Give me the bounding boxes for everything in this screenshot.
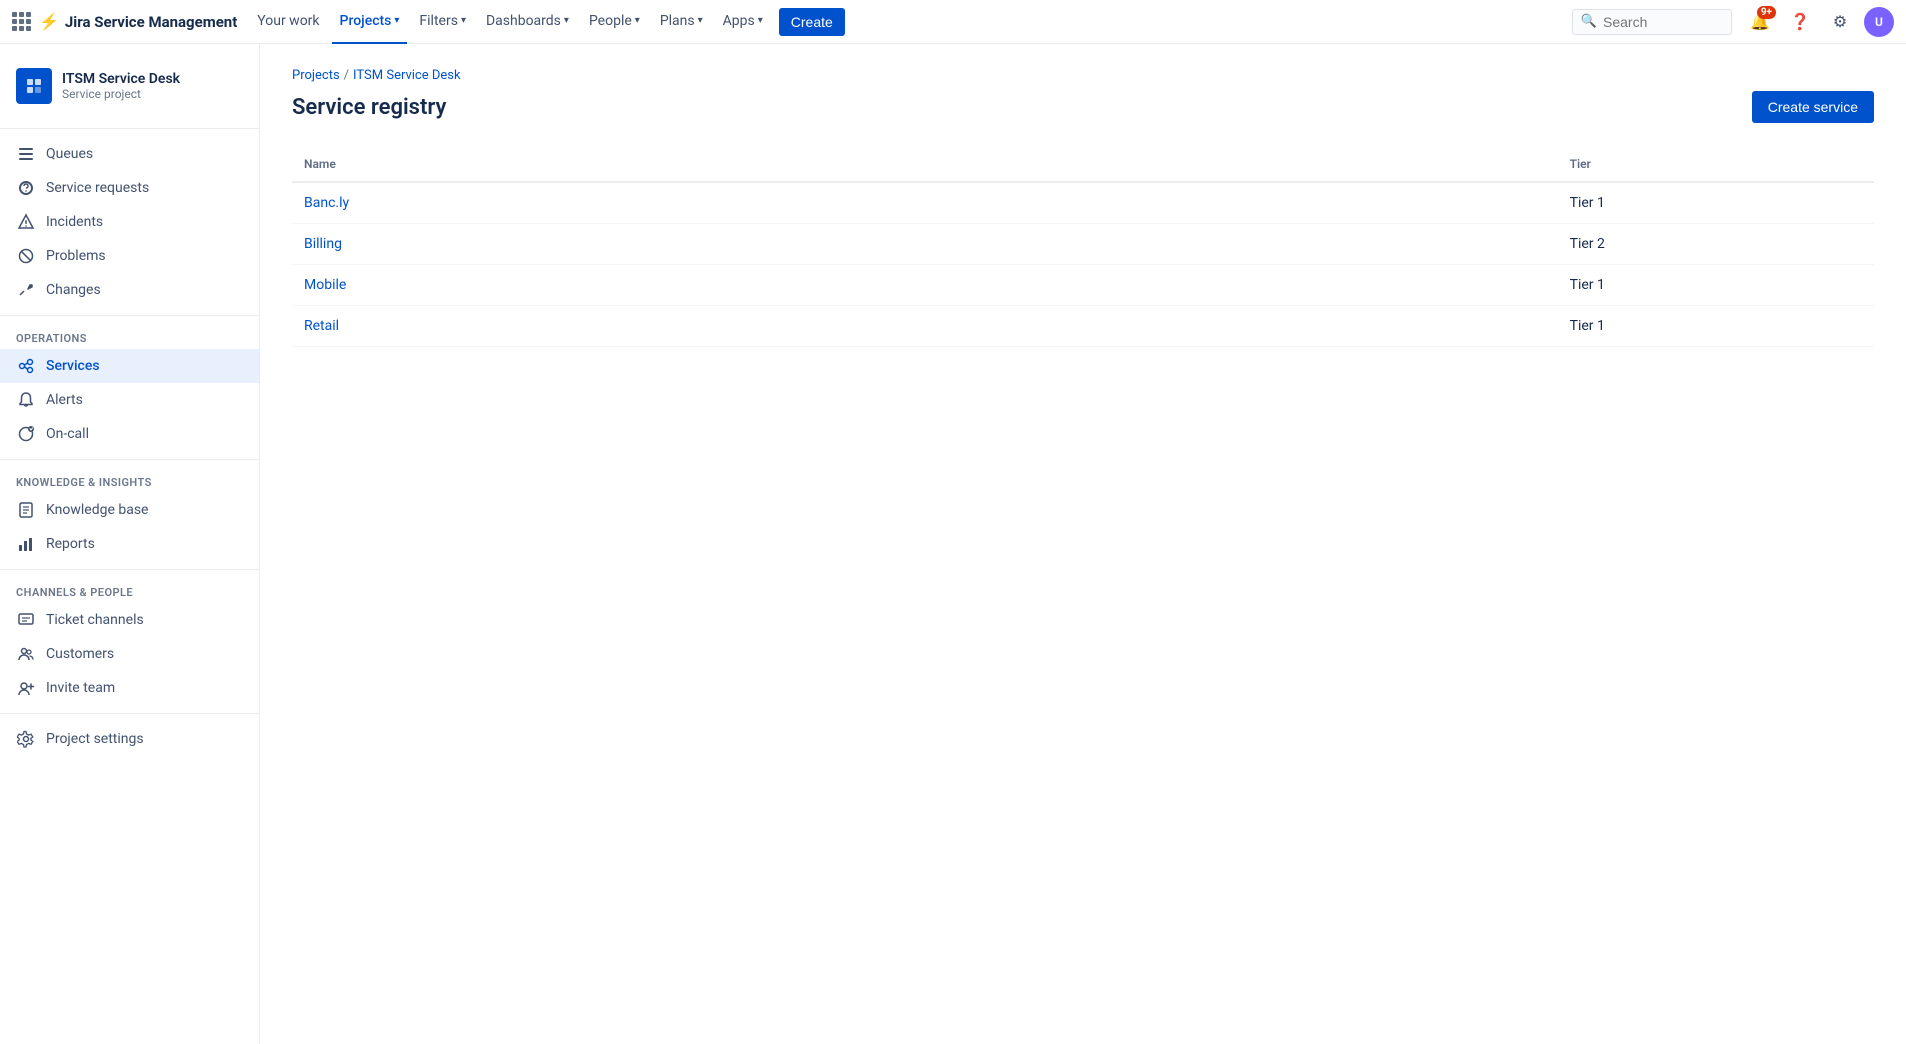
- breadcrumb: Projects / ITSM Service Desk: [292, 68, 1874, 83]
- nav-plans[interactable]: Plans ▾: [652, 0, 711, 44]
- sidebar-item-services[interactable]: Services: [0, 349, 259, 383]
- sidebar-divider-3: [0, 459, 259, 460]
- nav-your-work[interactable]: Your work: [249, 0, 327, 44]
- sidebar-item-customers[interactable]: Customers: [0, 637, 259, 671]
- service-link[interactable]: Retail: [304, 318, 339, 334]
- table-row: Banc.ly Tier 1: [292, 182, 1874, 224]
- sidebar-item-service-requests[interactable]: Service requests: [0, 171, 259, 205]
- help-button[interactable]: ❓: [1784, 6, 1816, 38]
- app-title: Jira Service Management: [65, 13, 237, 31]
- services-icon: [16, 357, 36, 375]
- changes-icon: [16, 281, 36, 299]
- nav-projects[interactable]: Projects ▾: [332, 0, 408, 44]
- grid-icon: [12, 12, 31, 31]
- chevron-down-icon: ▾: [461, 15, 466, 26]
- sidebar-item-alerts[interactable]: Alerts: [0, 383, 259, 417]
- sidebar-item-queues[interactable]: Queues: [0, 137, 259, 171]
- col-header-name: Name: [292, 147, 1558, 182]
- table-row: Billing Tier 2: [292, 224, 1874, 265]
- sidebar-item-problems[interactable]: Problems: [0, 239, 259, 273]
- sidebar-project[interactable]: ITSM Service Desk Service project: [0, 60, 259, 120]
- chevron-down-icon: ▾: [394, 15, 399, 26]
- search-icon: 🔍: [1581, 14, 1597, 29]
- sidebar-item-ticket-channels[interactable]: Ticket channels: [0, 603, 259, 637]
- project-icon: [16, 68, 52, 104]
- page-title: Service registry: [292, 95, 446, 120]
- sidebar-item-reports[interactable]: Reports: [0, 527, 259, 561]
- lightning-icon: ⚡: [39, 12, 59, 31]
- chevron-down-icon: ▾: [635, 15, 640, 26]
- main-content: Projects / ITSM Service Desk Service reg…: [260, 44, 1906, 1044]
- sidebar-item-project-settings[interactable]: Project settings: [0, 722, 259, 756]
- nav-icons: 🔔 9+ ❓ ⚙ U: [1744, 6, 1894, 38]
- sidebar-item-changes[interactable]: Changes: [0, 273, 259, 307]
- ticket-channels-icon: [16, 611, 36, 629]
- chevron-down-icon: ▾: [564, 15, 569, 26]
- breadcrumb-projects[interactable]: Projects: [292, 68, 340, 83]
- create-service-button[interactable]: Create service: [1752, 91, 1874, 123]
- knowledge-base-icon: [16, 501, 36, 519]
- breadcrumb-separator: /: [344, 68, 349, 83]
- breadcrumb-project-name[interactable]: ITSM Service Desk: [353, 68, 461, 83]
- queues-icon: [16, 145, 36, 163]
- channels-section-label: CHANNELS & PEOPLE: [0, 578, 259, 603]
- knowledge-section-label: KNOWLEDGE & INSIGHTS: [0, 468, 259, 493]
- sidebar-divider-4: [0, 569, 259, 570]
- nav-people[interactable]: People ▾: [581, 0, 648, 44]
- sidebar-divider-2: [0, 315, 259, 316]
- nav-filters[interactable]: Filters ▾: [411, 0, 474, 44]
- invite-team-icon: [16, 679, 36, 697]
- service-link[interactable]: Banc.ly: [304, 195, 349, 211]
- tier-cell: Tier 2: [1558, 224, 1874, 265]
- project-type: Service project: [62, 87, 180, 101]
- operations-section-label: OPERATIONS: [0, 324, 259, 349]
- sidebar-item-knowledge-base[interactable]: Knowledge base: [0, 493, 259, 527]
- problems-icon: [16, 247, 36, 265]
- create-button[interactable]: Create: [779, 8, 845, 36]
- alerts-icon: [16, 391, 36, 409]
- table-row: Mobile Tier 1: [292, 265, 1874, 306]
- table-row: Retail Tier 1: [292, 306, 1874, 347]
- incidents-icon: [16, 213, 36, 231]
- tier-cell: Tier 1: [1558, 306, 1874, 347]
- page-layout: ITSM Service Desk Service project Queues…: [0, 44, 1906, 1044]
- sidebar-divider-5: [0, 713, 259, 714]
- on-call-icon: [16, 425, 36, 443]
- reports-icon: [16, 535, 36, 553]
- sidebar-item-on-call[interactable]: On-call: [0, 417, 259, 451]
- settings-button[interactable]: ⚙: [1824, 6, 1856, 38]
- sidebar-item-incidents[interactable]: Incidents: [0, 205, 259, 239]
- sidebar-item-invite-team[interactable]: Invite team: [0, 671, 259, 705]
- sidebar: ITSM Service Desk Service project Queues…: [0, 44, 260, 1044]
- chevron-down-icon: ▾: [698, 15, 703, 26]
- service-link[interactable]: Billing: [304, 236, 342, 252]
- search-bar[interactable]: 🔍: [1572, 9, 1732, 35]
- notifications-button[interactable]: 🔔 9+: [1744, 6, 1776, 38]
- nav-dashboards[interactable]: Dashboards ▾: [478, 0, 577, 44]
- avatar[interactable]: U: [1864, 7, 1894, 37]
- notification-badge: 9+: [1757, 6, 1776, 19]
- project-info: ITSM Service Desk Service project: [62, 71, 180, 101]
- service-link[interactable]: Mobile: [304, 277, 346, 293]
- search-input[interactable]: [1603, 14, 1723, 30]
- nav-apps[interactable]: Apps ▾: [715, 0, 771, 44]
- project-settings-icon: [16, 730, 36, 748]
- app-logo[interactable]: ⚡ Jira Service Management: [12, 12, 237, 31]
- service-table: Name Tier Banc.ly Tier 1 Billing Tier 2 …: [292, 147, 1874, 347]
- customers-icon: [16, 645, 36, 663]
- page-header: Service registry Create service: [292, 91, 1874, 123]
- col-header-tier: Tier: [1558, 147, 1874, 182]
- top-navigation: ⚡ Jira Service Management Your work Proj…: [0, 0, 1906, 44]
- tier-cell: Tier 1: [1558, 182, 1874, 224]
- service-requests-icon: [16, 179, 36, 197]
- tier-cell: Tier 1: [1558, 265, 1874, 306]
- sidebar-divider: [0, 128, 259, 129]
- chevron-down-icon: ▾: [758, 15, 763, 26]
- project-name: ITSM Service Desk: [62, 71, 180, 87]
